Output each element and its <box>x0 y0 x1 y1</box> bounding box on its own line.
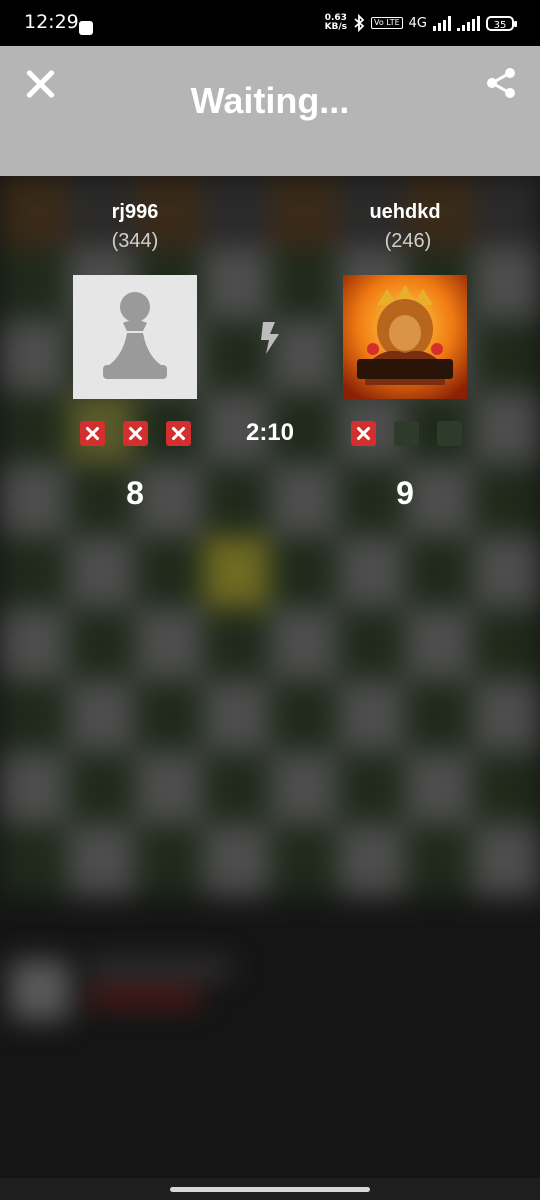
board-square <box>135 608 203 680</box>
empty-mark <box>394 421 419 446</box>
board-square <box>472 824 540 896</box>
board-square <box>202 752 270 824</box>
player2-rating: (246) <box>384 230 432 252</box>
network-type: 4G <box>408 15 427 31</box>
board-square <box>67 752 135 824</box>
board-square <box>270 824 338 896</box>
status-time: 12:29 <box>24 11 79 33</box>
board-square <box>270 608 338 680</box>
board-square <box>0 680 68 752</box>
board-square <box>405 608 473 680</box>
board-square <box>472 248 540 320</box>
board-square <box>270 680 338 752</box>
board-square <box>202 680 270 752</box>
player1-score: 8 <box>126 475 144 511</box>
board-square <box>0 608 68 680</box>
strike-mark <box>351 421 376 446</box>
board-square <box>202 536 270 608</box>
pawn-icon <box>103 292 167 379</box>
board-square <box>135 680 203 752</box>
notification-icon <box>79 21 93 35</box>
footer-blur <box>0 920 540 1180</box>
board-square <box>0 536 68 608</box>
board-square <box>472 608 540 680</box>
board-square <box>472 536 540 608</box>
strike-mark <box>123 421 148 446</box>
lion-avatar-image <box>343 275 467 399</box>
board-square <box>0 752 68 824</box>
board-square <box>67 824 135 896</box>
board-square <box>0 824 68 896</box>
board-square <box>67 680 135 752</box>
status-icons: 0.63 KB/s Vo LTE 4G 35 <box>324 12 517 34</box>
share-icon[interactable] <box>484 66 518 100</box>
board-square <box>202 824 270 896</box>
bluetooth-icon <box>354 14 365 32</box>
volte-badge: Vo LTE <box>371 17 403 29</box>
player2-avatar[interactable] <box>343 275 467 399</box>
board-square <box>337 536 405 608</box>
board-square <box>472 320 540 392</box>
board-square <box>135 752 203 824</box>
top-header: Waiting... <box>0 46 540 176</box>
board-square <box>472 464 540 536</box>
board-square <box>270 464 338 536</box>
board-square <box>472 392 540 464</box>
gesture-handle[interactable] <box>170 1187 370 1192</box>
page-title: Waiting... <box>190 80 350 121</box>
board-square <box>337 752 405 824</box>
player1-avatar[interactable] <box>73 275 197 399</box>
board-square <box>405 680 473 752</box>
battery-icon: 35 <box>486 15 517 31</box>
board-square <box>270 752 338 824</box>
board-square <box>337 680 405 752</box>
board-square <box>405 824 473 896</box>
board-square <box>405 536 473 608</box>
bolt-icon <box>261 322 279 354</box>
net-speed: 0.63 KB/s <box>324 13 348 32</box>
player2-name: uehdkd <box>369 201 441 223</box>
board-square <box>0 320 68 392</box>
board-square <box>270 248 338 320</box>
board-square <box>0 464 68 536</box>
strike-mark <box>80 421 105 446</box>
board-square <box>67 536 135 608</box>
player2-score: 9 <box>396 475 414 511</box>
board-square <box>135 824 203 896</box>
board-square <box>202 464 270 536</box>
board-square <box>337 608 405 680</box>
signal-icon-2 <box>457 15 480 31</box>
status-bar: 12:29 0.63 KB/s Vo LTE 4G 35 <box>0 0 540 46</box>
board-square <box>202 248 270 320</box>
match-timer: 2:10 <box>245 419 295 446</box>
player1-name: rj996 <box>111 201 159 223</box>
strike-mark <box>166 421 191 446</box>
board-square <box>472 680 540 752</box>
board-square <box>202 608 270 680</box>
board-square <box>0 392 68 464</box>
board-square <box>337 824 405 896</box>
empty-mark <box>437 421 462 446</box>
board-square <box>135 536 203 608</box>
board-square <box>0 248 68 320</box>
board-square <box>405 752 473 824</box>
signal-icon <box>433 15 451 31</box>
board-square <box>472 752 540 824</box>
board-square <box>270 536 338 608</box>
player1-rating: (344) <box>111 230 159 252</box>
board-square <box>67 608 135 680</box>
